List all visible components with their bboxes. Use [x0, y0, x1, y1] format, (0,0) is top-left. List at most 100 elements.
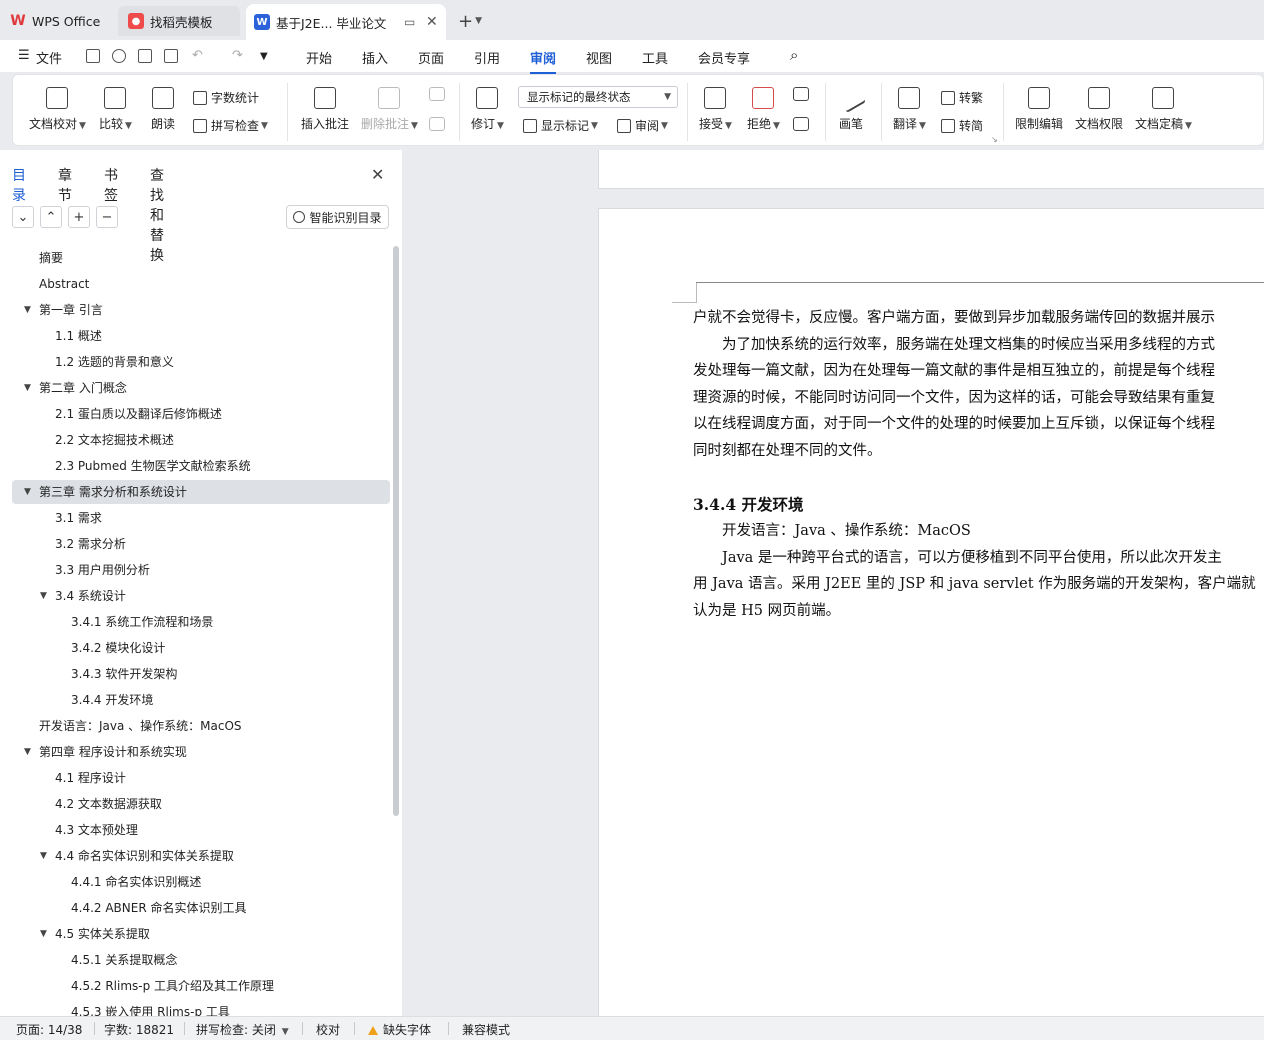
toc-item[interactable]: ▼ 4.5 实体关系提取 — [12, 922, 390, 946]
ink-button[interactable]: 画笔 — [835, 82, 867, 132]
spell-check-button[interactable]: 拼写检查 ▼ — [193, 117, 268, 134]
toc-item[interactable]: 4.5.3 嵌入使用 Rlims-p 工具 — [12, 1000, 390, 1016]
menu-review[interactable]: 审阅 — [530, 48, 557, 74]
toc-item[interactable]: ▼ 第一章 引言 — [12, 298, 390, 322]
toc-item[interactable]: 3.1 需求 — [12, 506, 390, 530]
tab-sections[interactable]: 章节 — [58, 165, 72, 205]
print-icon[interactable] — [138, 49, 152, 63]
status-missing-font[interactable]: 缺失字体 — [368, 1021, 431, 1038]
toc-item[interactable]: ▼ 第二章 入门概念 — [12, 376, 390, 400]
tab-template[interactable]: ● 找稻壳模板 — [118, 6, 240, 36]
toc-expand-arrow-icon[interactable]: ▼ — [40, 922, 47, 946]
insert-comment-button[interactable]: 插入批注 — [301, 87, 349, 132]
toc-item[interactable]: ▼ 第三章 需求分析和系统设计 — [12, 480, 390, 504]
toc-item[interactable]: 4.5.2 Rlims-p 工具介绍及其工作原理 — [12, 974, 390, 998]
menu-member[interactable]: 会员专享 — [698, 48, 750, 67]
tab-bookmarks[interactable]: 书签 — [104, 165, 118, 205]
toc-expand-arrow-icon[interactable]: ▼ — [24, 480, 31, 504]
show-markup-button[interactable]: 显示标记 ▼ — [523, 117, 598, 134]
toc-item[interactable]: 4.4.1 命名实体识别概述 — [12, 870, 390, 894]
toc-item[interactable]: 3.4.2 模块化设计 — [12, 636, 390, 660]
toc-item[interactable]: 4.4.2 ABNER 命名实体识别工具 — [12, 896, 390, 920]
search-icon[interactable]: ⌕ — [790, 46, 798, 64]
toc-item[interactable]: 3.4.4 开发环境 — [12, 688, 390, 712]
menu-insert[interactable]: 插入 — [362, 48, 388, 67]
tab-document[interactable]: W 基于J2E... 毕业论文 ▭ ✕ — [246, 4, 446, 40]
toc-expand-arrow-icon[interactable]: ▼ — [24, 298, 31, 322]
menu-references[interactable]: 引用 — [474, 48, 500, 67]
tab-toc[interactable]: 目录 — [12, 165, 26, 211]
remove-heading-icon[interactable]: − — [96, 206, 118, 228]
undo-icon[interactable]: ↶ — [192, 48, 203, 63]
restrict-edit-button[interactable]: 限制编辑 — [1015, 87, 1063, 132]
prev-comment-button[interactable] — [429, 87, 445, 107]
prev-change-button[interactable] — [793, 87, 809, 107]
toc-item[interactable]: 3.4.1 系统工作流程和场景 — [12, 610, 390, 634]
expand-down-icon[interactable]: ⌄ — [12, 206, 34, 228]
status-page[interactable]: 页面: 14/38 — [16, 1021, 82, 1038]
toc-item[interactable]: 1.1 概述 — [12, 324, 390, 348]
finalize-button[interactable]: 文档定稿 ▼ — [1135, 87, 1192, 132]
toc-item[interactable]: 4.5.1 关系提取概念 — [12, 948, 390, 972]
reject-button[interactable]: 拒绝 ▼ — [747, 87, 780, 132]
translate-button[interactable]: 翻译 ▼ — [893, 87, 926, 132]
status-word-count[interactable]: 字数: 18821 — [104, 1021, 174, 1038]
toc-item[interactable]: 摘要 — [12, 246, 390, 270]
add-heading-icon[interactable]: + — [68, 206, 90, 228]
toc-item[interactable]: Abstract — [12, 272, 390, 296]
new-tab-button[interactable]: + ▼ — [458, 6, 498, 36]
compare-button[interactable]: 比较 ▼ — [99, 87, 132, 132]
status-proof[interactable]: 校对 — [316, 1021, 340, 1038]
word-count-button[interactable]: 字数统计 — [193, 89, 259, 106]
delete-comment-button[interactable]: 删除批注 ▼ — [361, 87, 418, 132]
menu-home[interactable]: 开始 — [306, 48, 332, 67]
toc-item[interactable]: 1.2 选题的背景和意义 — [12, 350, 390, 374]
toc-item[interactable]: ▼ 4.4 命名实体识别和实体关系提取 — [12, 844, 390, 868]
toc-expand-arrow-icon[interactable]: ▼ — [24, 740, 31, 764]
tab-wps-office[interactable]: W WPS Office — [10, 6, 110, 36]
doc-permission-button[interactable]: 文档权限 — [1075, 87, 1123, 132]
toc-item[interactable]: ▼ 第四章 程序设计和系统实现 — [12, 740, 390, 764]
toc-expand-arrow-icon[interactable]: ▼ — [24, 376, 31, 400]
print-preview-icon[interactable] — [164, 49, 178, 63]
markup-state-select[interactable]: 显示标记的最终状态 ▼ — [518, 86, 678, 108]
toc-item[interactable]: 4.1 程序设计 — [12, 766, 390, 790]
toc-item[interactable]: 4.2 文本数据源获取 — [12, 792, 390, 816]
status-spell-check[interactable]: 拼写检查: 关闭 ▼ — [196, 1021, 289, 1038]
review-pane-button[interactable]: 审阅 ▼ — [617, 117, 668, 134]
menu-file[interactable]: 文件 — [36, 48, 62, 67]
revise-button[interactable]: 修订 ▼ — [471, 87, 504, 132]
toc-item[interactable]: 2.2 文本挖掘技术概述 — [12, 428, 390, 452]
accept-button[interactable]: 接受 ▼ — [699, 87, 732, 132]
toc-expand-arrow-icon[interactable]: ▼ — [40, 584, 47, 608]
collapse-up-icon[interactable]: ⌃ — [40, 206, 62, 228]
next-change-button[interactable] — [793, 117, 809, 137]
smart-toc-button[interactable]: 智能识别目录 — [286, 205, 389, 229]
toc-item[interactable]: 3.4.3 软件开发架构 — [12, 662, 390, 686]
read-aloud-button[interactable]: 朗读 — [151, 87, 175, 132]
quick-access-more-icon[interactable]: ▼ — [260, 51, 268, 62]
hamburger-icon[interactable]: ☰ — [18, 48, 30, 63]
menu-page[interactable]: 页面 — [418, 48, 444, 67]
save-icon[interactable] — [86, 49, 100, 63]
close-icon[interactable]: ✕ — [371, 165, 384, 184]
dialog-launcher-icon[interactable]: ↘ — [991, 135, 998, 144]
menu-tools[interactable]: 工具 — [642, 48, 668, 67]
tab-pin-icon[interactable]: ▭ — [404, 15, 415, 29]
toc-item[interactable]: 3.3 用户用例分析 — [12, 558, 390, 582]
doc-check-button[interactable]: 文档校对 ▼ — [29, 87, 86, 132]
toc-item[interactable]: ▼ 3.4 系统设计 — [12, 584, 390, 608]
toc-expand-arrow-icon[interactable]: ▼ — [40, 844, 47, 868]
toc-item[interactable]: 4.3 文本预处理 — [12, 818, 390, 842]
to-traditional-button[interactable]: 转繁 — [941, 89, 983, 106]
toc-item[interactable]: 2.3 Pubmed 生物医学文献检索系统 — [12, 454, 390, 478]
menu-view[interactable]: 视图 — [586, 48, 612, 67]
status-compat-mode[interactable]: 兼容模式 — [462, 1021, 510, 1038]
toc-item[interactable]: 2.1 蛋白质以及翻译后修饰概述 — [12, 402, 390, 426]
redo-icon[interactable]: ↷ — [232, 48, 243, 63]
to-simplified-button[interactable]: 转简 — [941, 117, 983, 134]
next-comment-button[interactable] — [429, 117, 445, 137]
tab-close-icon[interactable]: ✕ — [426, 14, 438, 30]
toc-item[interactable]: 开发语言：Java 、操作系统：MacOS — [12, 714, 390, 738]
share-icon[interactable] — [112, 49, 126, 63]
